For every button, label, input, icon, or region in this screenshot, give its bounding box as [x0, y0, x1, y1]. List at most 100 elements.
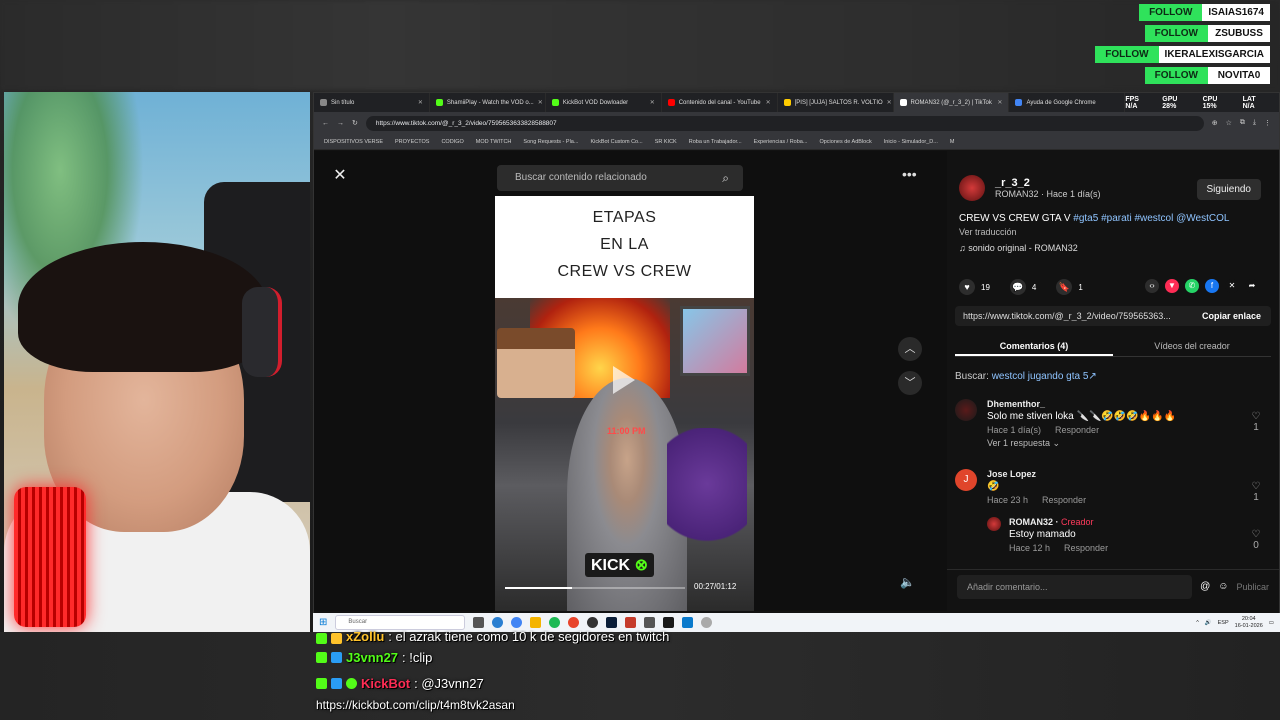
- browser-tab[interactable]: Contenido del canal - YouTube ✕: [662, 93, 778, 112]
- bookmark-item[interactable]: Song Requests - Pla...: [523, 139, 578, 145]
- chrome-icon[interactable]: [511, 617, 523, 628]
- tab-close-icon[interactable]: ✕: [887, 99, 892, 106]
- tab-creator-videos[interactable]: Vídeos del creador: [1113, 335, 1271, 356]
- browser-tab-active[interactable]: ROMAN32 (@_r_3_2) | TikTok ✕: [893, 93, 1010, 112]
- repost-icon[interactable]: ▼: [1165, 279, 1179, 293]
- author-info[interactable]: _r_3_2 ROMAN32 · Hace 1 día(s): [959, 175, 1101, 201]
- zoom-icon[interactable]: ⊕: [1212, 119, 1218, 127]
- terminal-icon[interactable]: [663, 617, 675, 628]
- reply-link[interactable]: Responder: [1064, 543, 1108, 553]
- previous-video-chevron-up-icon[interactable]: ︿: [898, 337, 922, 361]
- author-handle[interactable]: _r_3_2: [995, 177, 1101, 189]
- close-icon[interactable]: ✕: [330, 166, 350, 186]
- reply-link[interactable]: Responder: [1055, 425, 1099, 435]
- volume-icon[interactable]: 🔈: [900, 575, 915, 589]
- tab-close-icon[interactable]: ✕: [650, 99, 655, 106]
- app-icon[interactable]: [568, 617, 580, 628]
- comment-author[interactable]: Jose Lopez: [987, 469, 1247, 479]
- bookmark-star-icon[interactable]: ☆: [1226, 119, 1232, 127]
- tab-close-icon[interactable]: ✕: [538, 99, 543, 106]
- bookmark-item[interactable]: KickBot Custom Co...: [590, 139, 642, 145]
- notifications-icon[interactable]: ▭: [1269, 620, 1274, 626]
- caption-hashtags[interactable]: #gta5 #parati #westcol @WestCOL: [1073, 213, 1229, 224]
- bookmark-item[interactable]: CODIGO: [441, 139, 463, 145]
- photoshop-icon[interactable]: [606, 617, 618, 628]
- comment-author-name[interactable]: ROMAN32 ·: [1009, 517, 1061, 527]
- comment-like[interactable]: ♡ 0: [1249, 529, 1263, 551]
- task-view-icon[interactable]: [473, 617, 485, 628]
- bookmark-item[interactable]: Roba un Trabajador...: [689, 139, 742, 145]
- video-progress-bar[interactable]: [505, 587, 685, 589]
- whatsapp-icon[interactable]: ✆: [1185, 279, 1199, 293]
- edge-icon[interactable]: [492, 617, 504, 628]
- tab-close-icon[interactable]: ✕: [766, 99, 771, 106]
- back-icon[interactable]: ←: [322, 120, 329, 127]
- search-icon[interactable]: ⌕: [722, 165, 729, 191]
- bookmark-item[interactable]: M: [950, 139, 955, 145]
- browser-tab[interactable]: [PIS] [JUJA] SALTOS R. VOLTIO ✕: [778, 93, 894, 112]
- browser-tab[interactable]: ShamiiPlay - Watch the VOD o... ✕: [430, 93, 546, 112]
- bookmark-item[interactable]: DISPOSITIVOS VERSE: [324, 139, 383, 145]
- emoji-icon[interactable]: ☺: [1218, 581, 1228, 592]
- extensions-icon[interactable]: ⧉: [1240, 119, 1245, 127]
- speaker-icon[interactable]: 🔊: [1205, 620, 1212, 626]
- play-icon[interactable]: [613, 366, 635, 394]
- video-player[interactable]: ETAPAS EN LA CREW VS CREW 11:00 PM KICK …: [495, 196, 754, 611]
- file-explorer-icon[interactable]: [530, 617, 542, 628]
- comment-action[interactable]: 💬 4: [1009, 279, 1036, 295]
- bookmark-icon[interactable]: 🔖: [1056, 279, 1073, 295]
- facebook-icon[interactable]: f: [1205, 279, 1219, 293]
- browser-tab[interactable]: Ayuda de Google Chrome: [1009, 93, 1126, 112]
- avatar[interactable]: [959, 175, 985, 201]
- comment-icon[interactable]: 💬: [1009, 279, 1026, 295]
- download-icon[interactable]: ⤓: [1253, 119, 1256, 127]
- taskbar-search[interactable]: Buscar: [335, 615, 466, 630]
- avatar[interactable]: [955, 399, 977, 421]
- avatar[interactable]: J: [955, 469, 977, 491]
- bookmark-item[interactable]: Inicio - Simulador_D...: [884, 139, 938, 145]
- share-link-url[interactable]: https://www.tiktok.com/@_r_3_2/video/759…: [955, 311, 1192, 321]
- translate-link[interactable]: Ver traducción: [959, 227, 1017, 237]
- embed-icon[interactable]: ‹›: [1145, 279, 1159, 293]
- tab-close-icon[interactable]: ✕: [997, 99, 1002, 106]
- heart-outline-icon[interactable]: ♡: [1249, 411, 1263, 422]
- tray-chevron-icon[interactable]: ^: [1196, 620, 1199, 626]
- heart-outline-icon[interactable]: ♡: [1249, 481, 1263, 492]
- search-query[interactable]: westcol jugando gta 5: [992, 371, 1089, 382]
- heart-icon[interactable]: ♥: [959, 279, 975, 295]
- bookmark-item[interactable]: Experiencias / Roba...: [754, 139, 808, 145]
- app-icon[interactable]: [701, 617, 713, 628]
- comment-author[interactable]: ROMAN32 · Creador: [1009, 517, 1269, 527]
- comment-search-suggestion[interactable]: Buscar: westcol jugando gta 5↗: [955, 371, 1097, 382]
- x-icon[interactable]: ✕: [1225, 279, 1239, 293]
- reload-icon[interactable]: ↻: [352, 119, 358, 127]
- obs-icon[interactable]: [587, 617, 599, 628]
- spotify-icon[interactable]: [549, 617, 561, 628]
- next-video-chevron-down-icon[interactable]: ﹀: [898, 371, 922, 395]
- menu-icon[interactable]: ⋮: [1264, 119, 1271, 127]
- bookmark-item[interactable]: Opciones de AdBlock: [819, 139, 871, 145]
- vscode-icon[interactable]: [682, 617, 694, 628]
- tab-close-icon[interactable]: ✕: [418, 99, 423, 106]
- bookmark-item[interactable]: MOD TWITCH: [476, 139, 512, 145]
- following-button[interactable]: Siguiendo: [1196, 179, 1261, 200]
- app-icon[interactable]: [625, 617, 637, 628]
- reply-link[interactable]: Responder: [1042, 495, 1086, 505]
- share-arrow-icon[interactable]: ➦: [1245, 279, 1259, 293]
- clock[interactable]: 20:04 16-01-2026: [1235, 616, 1263, 630]
- comment-like[interactable]: ♡ 1: [1249, 481, 1263, 503]
- related-search-input[interactable]: Buscar contenido relacionado ⌕: [497, 165, 743, 191]
- comment-like[interactable]: ♡ 1: [1249, 411, 1263, 433]
- browser-tab[interactable]: KickBot VOD Dowloader ✕: [546, 93, 662, 112]
- bookmark-item[interactable]: PROYECTOS: [395, 139, 429, 145]
- sound-link[interactable]: ♫ sonido original - ROMAN32: [959, 243, 1078, 253]
- copy-link-button[interactable]: Copiar enlace: [1192, 311, 1271, 321]
- publish-button[interactable]: Publicar: [1236, 582, 1269, 592]
- more-options-icon[interactable]: •••: [902, 166, 917, 182]
- url-field[interactable]: https://www.tiktok.com/@_r_3_2/video/759…: [365, 115, 1204, 131]
- mention-icon[interactable]: @: [1200, 581, 1210, 592]
- like-action[interactable]: ♥ 19: [959, 279, 990, 295]
- windows-start-icon[interactable]: ⊞: [319, 617, 327, 628]
- save-action[interactable]: 🔖 1: [1056, 279, 1083, 295]
- heart-outline-icon[interactable]: ♡: [1249, 529, 1263, 540]
